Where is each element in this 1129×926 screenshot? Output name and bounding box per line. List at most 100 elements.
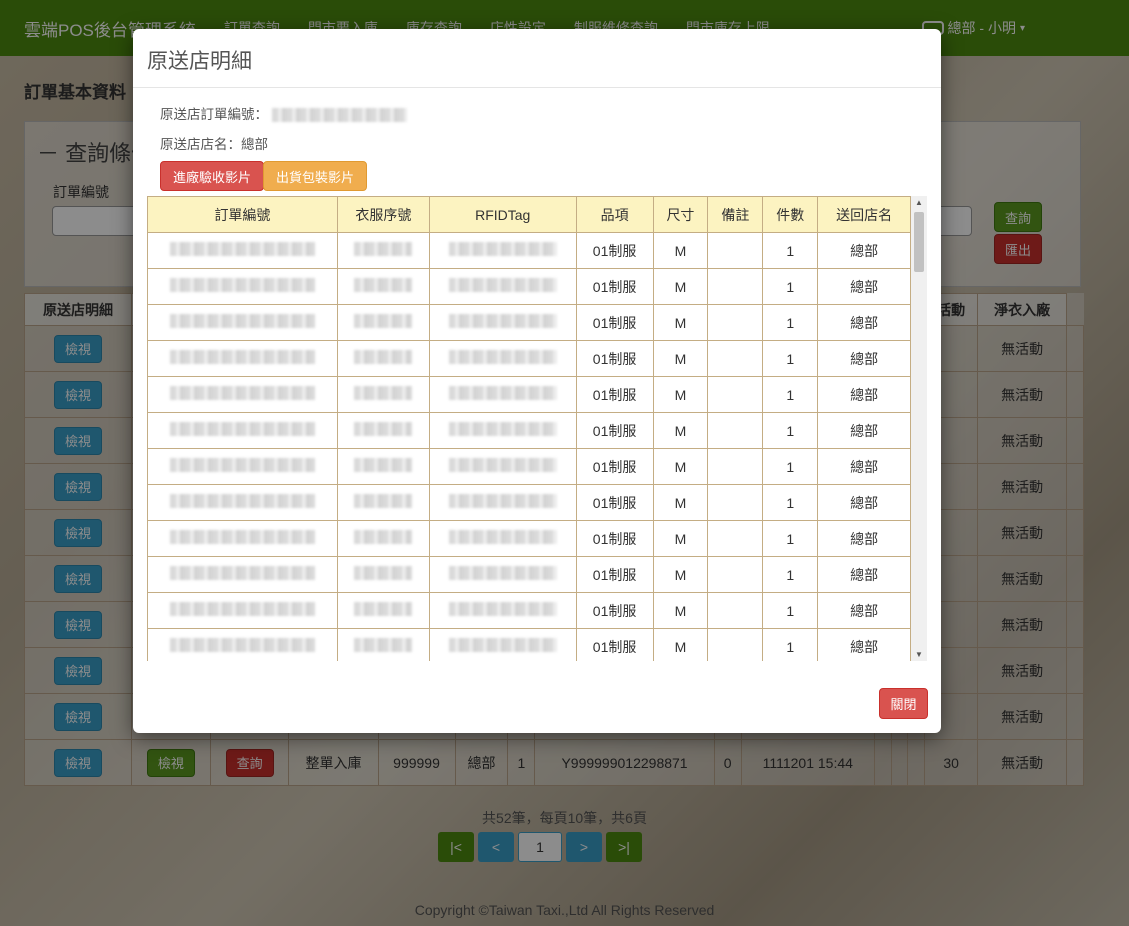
cell-size: M bbox=[652, 304, 709, 341]
detail-table-scroll[interactable]: 訂單編號 衣服序號 RFIDTag 品項 尺寸 備註 件數 送回店名 01制服 M 1 總部 01制服… bbox=[147, 196, 927, 661]
cell-note bbox=[707, 592, 764, 629]
column-header: RFIDTag bbox=[428, 196, 577, 233]
redacted-rfid-cell bbox=[428, 340, 577, 377]
cell-qty: 1 bbox=[762, 448, 819, 485]
redacted-order-no bbox=[271, 108, 407, 123]
cell-store: 總部 bbox=[817, 484, 911, 521]
scroll-up-icon[interactable]: ▲ bbox=[915, 198, 923, 207]
detail-table-scrollbar[interactable]: ▲ ▼ bbox=[911, 196, 927, 661]
redacted-order-no-cell bbox=[147, 520, 338, 557]
redacted-value bbox=[169, 458, 315, 472]
cell-qty: 1 bbox=[762, 556, 819, 593]
detail-row: 01制服 M 1 總部 bbox=[147, 484, 911, 521]
redacted-order-no-cell bbox=[147, 412, 338, 449]
redacted-serial-cell bbox=[336, 340, 430, 377]
cell-qty: 1 bbox=[762, 412, 819, 449]
cell-note bbox=[707, 448, 764, 485]
detail-row: 01制服 M 1 總部 bbox=[147, 556, 911, 593]
redacted-value bbox=[448, 602, 557, 616]
cell-store: 總部 bbox=[817, 520, 911, 557]
redacted-serial-cell bbox=[336, 484, 430, 521]
column-header: 送回店名 bbox=[817, 196, 911, 233]
cell-note bbox=[707, 376, 764, 413]
column-header: 尺寸 bbox=[652, 196, 709, 233]
cell-item: 01制服 bbox=[575, 448, 654, 485]
cell-qty: 1 bbox=[762, 520, 819, 557]
cell-size: M bbox=[652, 592, 709, 629]
redacted-rfid-cell bbox=[428, 376, 577, 413]
detail-row: 01制服 M 1 總部 bbox=[147, 340, 911, 377]
cell-note bbox=[707, 340, 764, 377]
redacted-serial-cell bbox=[336, 304, 430, 341]
redacted-value bbox=[448, 530, 557, 544]
redacted-order-no-cell bbox=[147, 628, 338, 661]
cell-qty: 1 bbox=[762, 232, 819, 269]
cell-store: 總部 bbox=[817, 232, 911, 269]
cell-qty: 1 bbox=[762, 340, 819, 377]
cell-store: 總部 bbox=[817, 376, 911, 413]
cell-store: 總部 bbox=[817, 556, 911, 593]
redacted-value bbox=[169, 638, 315, 652]
redacted-value bbox=[448, 350, 557, 364]
cell-note bbox=[707, 232, 764, 269]
redacted-value bbox=[354, 458, 413, 472]
cell-note bbox=[707, 556, 764, 593]
modal-title: 原送店明細 bbox=[133, 29, 941, 88]
cell-size: M bbox=[652, 556, 709, 593]
redacted-value bbox=[448, 566, 557, 580]
cell-store: 總部 bbox=[817, 268, 911, 305]
redacted-order-no-cell bbox=[147, 304, 338, 341]
cell-size: M bbox=[652, 628, 709, 661]
redacted-serial-cell bbox=[336, 592, 430, 629]
redacted-serial-cell bbox=[336, 628, 430, 661]
redacted-value bbox=[354, 242, 413, 256]
redacted-order-no-cell bbox=[147, 592, 338, 629]
cell-store: 總部 bbox=[817, 340, 911, 377]
cell-item: 01制服 bbox=[575, 628, 654, 661]
cell-item: 01制服 bbox=[575, 232, 654, 269]
detail-row: 01制服 M 1 總部 bbox=[147, 592, 911, 629]
cell-qty: 1 bbox=[762, 268, 819, 305]
redacted-rfid-cell bbox=[428, 448, 577, 485]
cell-store: 總部 bbox=[817, 304, 911, 341]
scroll-down-icon[interactable]: ▼ bbox=[915, 650, 923, 659]
detail-row: 01制服 M 1 總部 bbox=[147, 268, 911, 305]
close-button[interactable]: 關閉 bbox=[879, 688, 928, 719]
cell-note bbox=[707, 304, 764, 341]
redacted-order-no-cell bbox=[147, 340, 338, 377]
redacted-rfid-cell bbox=[428, 412, 577, 449]
cell-note bbox=[707, 412, 764, 449]
redacted-value bbox=[169, 278, 315, 292]
cell-size: M bbox=[652, 340, 709, 377]
redacted-rfid-cell bbox=[428, 268, 577, 305]
cell-qty: 1 bbox=[762, 376, 819, 413]
redacted-value bbox=[169, 494, 315, 508]
origin-store-name: 原送店店名：總部 bbox=[160, 137, 268, 152]
redacted-serial-cell bbox=[336, 376, 430, 413]
ship-video-button[interactable]: 出貨包裝影片 bbox=[263, 161, 368, 191]
cell-item: 01制服 bbox=[575, 484, 654, 521]
redacted-value bbox=[169, 386, 315, 400]
redacted-serial-cell bbox=[336, 556, 430, 593]
column-header: 備註 bbox=[707, 196, 764, 233]
cell-size: M bbox=[652, 376, 709, 413]
cell-qty: 1 bbox=[762, 484, 819, 521]
cell-store: 總部 bbox=[817, 592, 911, 629]
cell-store: 總部 bbox=[817, 448, 911, 485]
redacted-rfid-cell bbox=[428, 484, 577, 521]
redacted-value bbox=[354, 602, 413, 616]
scrollbar-thumb[interactable] bbox=[914, 212, 924, 272]
redacted-value bbox=[448, 494, 557, 508]
cell-size: M bbox=[652, 412, 709, 449]
redacted-order-no-cell bbox=[147, 484, 338, 521]
receive-video-button[interactable]: 進廠驗收影片 bbox=[160, 161, 265, 191]
detail-row: 01制服 M 1 總部 bbox=[147, 376, 911, 413]
cell-store: 總部 bbox=[817, 628, 911, 661]
redacted-value bbox=[169, 350, 315, 364]
cell-qty: 1 bbox=[762, 592, 819, 629]
redacted-value bbox=[169, 530, 315, 544]
redacted-value bbox=[169, 242, 315, 256]
detail-row: 01制服 M 1 總部 bbox=[147, 628, 911, 661]
redacted-value bbox=[448, 638, 557, 652]
redacted-rfid-cell bbox=[428, 232, 577, 269]
